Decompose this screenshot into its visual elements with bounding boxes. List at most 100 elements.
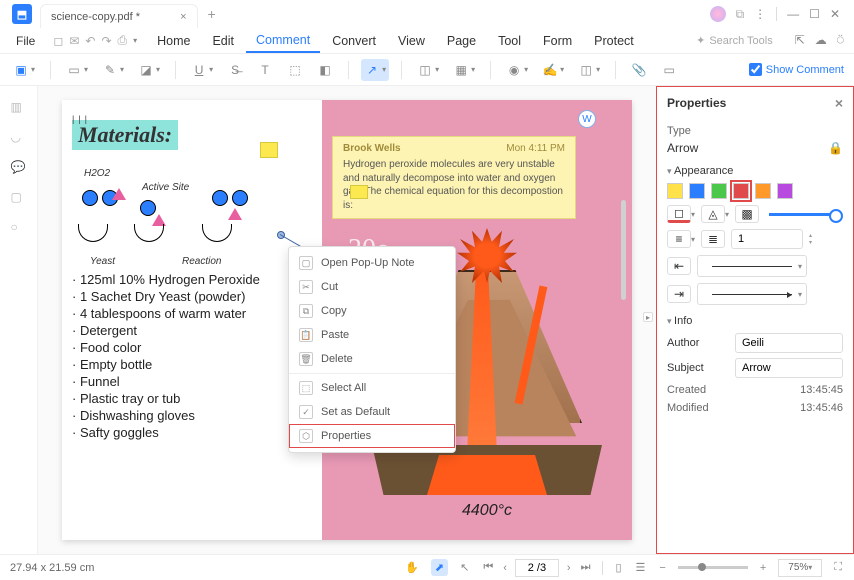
measure-tool[interactable]: ◫▾ [575,59,603,81]
created-value: 13:45:45 [800,384,843,396]
swatch-green[interactable] [711,183,727,199]
author-input[interactable] [735,333,843,353]
document-canvas[interactable]: ||| Materials: H2O2 Active Site Yeast Re… [38,86,656,554]
menu-convert[interactable]: Convert [322,30,386,52]
word-export-icon[interactable]: W [578,110,596,128]
close-window-icon[interactable]: ✕ [830,7,840,21]
list-item: · 1 Sachet Dry Yeast (powder) [72,289,312,304]
search-tools[interactable]: ✦ Search Tools [696,34,793,47]
thumbnails-icon[interactable]: ▥ [11,100,27,116]
sticky-note-anchor-icon[interactable] [350,185,368,199]
menu-edit[interactable]: Edit [202,30,244,52]
line-style-btn[interactable]: ≡ [667,230,691,248]
stamp-tool[interactable]: ▦▾ [450,59,478,81]
search-panel-icon[interactable]: ○ [11,220,27,236]
text-tool[interactable]: T [254,59,276,81]
menu-tool[interactable]: Tool [488,30,531,52]
created-label: Created [667,384,706,396]
strikethrough-tool[interactable]: S̶ [224,59,246,81]
underline-tool[interactable]: U▾ [188,59,216,81]
ctx-open-popup[interactable]: ▢Open Pop-Up Note [289,251,455,275]
line-weight-btn[interactable]: ≣ [701,230,725,248]
spin-up-icon[interactable]: ▴ [809,232,819,239]
textbox-tool[interactable]: ⬚ [284,59,306,81]
opacity-slider[interactable] [769,213,839,216]
tab-close-icon[interactable]: × [180,11,186,23]
undo-icon[interactable]: ↶ [85,34,95,48]
stamp2-tool[interactable]: ◉▾ [503,59,531,81]
ai-assistant-icon[interactable] [710,6,726,22]
end-style-select[interactable]: ▾ [697,283,807,305]
canvas-scrollbar[interactable] [621,200,626,300]
maximize-icon[interactable]: ☐ [809,7,820,21]
show-comment-toggle[interactable]: Show Comment [749,63,844,76]
status-bar: 27.94 x 21.59 cm ✋ ⬈ ↖ ⏮ ‹ › ⏭ ▯ ☰ − + 7… [0,554,854,580]
ctx-copy[interactable]: ⧉Copy [289,299,455,323]
swatch-blue[interactable] [689,183,705,199]
swatch-purple[interactable] [777,183,793,199]
ctx-cut[interactable]: ✂Cut [289,275,455,299]
stroke-color-btn[interactable]: ◻ [667,205,691,223]
spin-down-icon[interactable]: ▾ [809,239,819,246]
attachment-tool[interactable]: 📎 [628,59,650,81]
redo-icon[interactable]: ↷ [101,34,111,48]
subject-input[interactable] [735,358,843,378]
swatch-red[interactable] [733,183,749,199]
mail-icon[interactable]: ✉ [69,34,79,48]
show-comment-checkbox[interactable] [749,63,762,76]
menu-home[interactable]: Home [147,30,200,52]
ctx-select-all[interactable]: ⬚Select All [289,376,455,400]
ctx-properties[interactable]: ⬡Properties [289,424,455,448]
arrow-tool[interactable]: ↗▾ [361,59,389,81]
file-menu[interactable]: File [8,32,43,50]
menu-protect[interactable]: Protect [584,30,644,52]
thickness-input[interactable] [731,229,803,249]
eraser-tool[interactable]: ◪▾ [135,59,163,81]
ctx-set-default[interactable]: ✓Set as Default [289,400,455,424]
callout-tool[interactable]: ◧ [314,59,336,81]
pencil-tool[interactable]: ✎▾ [99,59,127,81]
save-icon[interactable]: ◻ [53,34,63,48]
note-tool[interactable]: ▣▾ [10,59,38,81]
cloud-upload-icon[interactable]: ☁ [815,33,827,48]
minimize-icon[interactable]: — [787,7,799,21]
lock-icon[interactable]: 🔒 [828,141,843,155]
document-tab[interactable]: science-copy.pdf * × [40,4,198,28]
ctx-paste[interactable]: 📋Paste [289,323,455,347]
materials-list: · 125ml 10% Hydrogen Peroxide · 1 Sachet… [72,272,312,440]
info-header[interactable]: Info [667,315,843,327]
start-style-select[interactable]: ▾ [697,255,807,277]
panel-close-icon[interactable]: × [835,95,843,111]
comments-panel-icon[interactable]: 💬 [11,160,27,176]
highlight-tool[interactable]: ▭▾ [63,59,91,81]
bookmarks-icon[interactable]: ◡ [11,130,27,146]
swatch-yellow[interactable] [667,183,683,199]
comment-note[interactable]: Brook Wells Mon 4:11 PM Hydrogen peroxid… [332,136,576,219]
tab-add-icon[interactable]: + [208,6,216,22]
hide-tool[interactable]: ▭ [658,59,680,81]
properties-icon: ⬡ [299,429,313,443]
user-icon[interactable]: ⍥ [837,33,844,48]
appearance-header[interactable]: Appearance [667,165,843,177]
ctx-delete[interactable]: 🗑Delete [289,347,455,371]
menu-comment[interactable]: Comment [246,29,320,53]
print-icon[interactable]: ⎙ [118,33,128,48]
signature-tool[interactable]: ✍▾ [539,59,567,81]
swatch-orange[interactable] [755,183,771,199]
menu-form[interactable]: Form [533,30,582,52]
sticky-note-icon[interactable] [260,142,278,158]
print-dropdown-icon[interactable]: ▾ [133,36,137,45]
opacity-btn[interactable]: ▩ [735,205,759,223]
more-icon[interactable]: ⋮ [754,7,766,21]
panel-collapse-icon[interactable]: ▸ [643,312,653,322]
fill-color-btn[interactable]: ◬ [701,205,725,223]
notifications-icon[interactable]: ⧉ [736,7,745,22]
share-icon[interactable]: ⇱ [795,33,805,48]
magic-wand-icon: ✦ [696,34,705,47]
attachments-panel-icon[interactable]: ▢ [11,190,27,206]
start-cap-icon[interactable]: ⇤ [667,257,691,275]
end-cap-icon[interactable]: ⇥ [667,285,691,303]
menu-view[interactable]: View [388,30,435,52]
menu-page[interactable]: Page [437,30,486,52]
shape-tool[interactable]: ◫▾ [414,59,442,81]
